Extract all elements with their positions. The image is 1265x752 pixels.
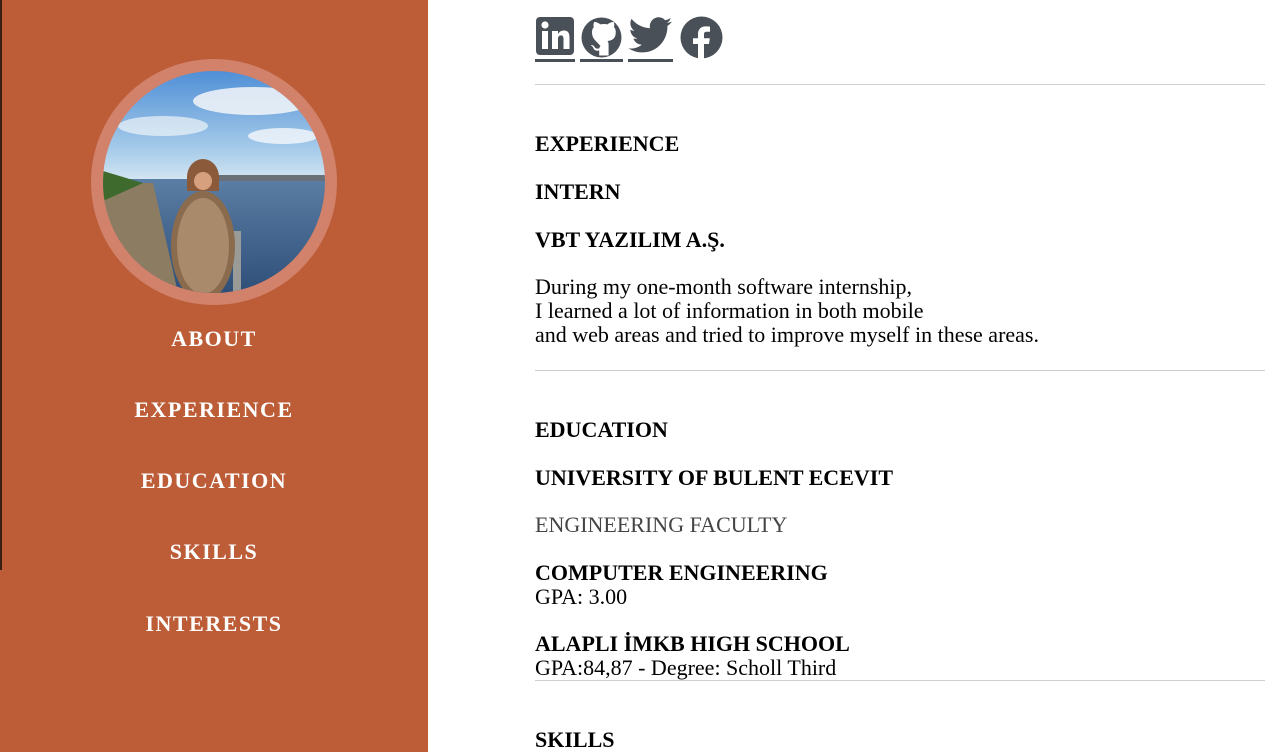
- university-gpa: GPA: 3.00: [535, 584, 628, 609]
- nav-education[interactable]: EDUCATION: [0, 468, 428, 494]
- nav-experience[interactable]: EXPERIENCE: [0, 397, 428, 423]
- linkedin-icon[interactable]: [535, 16, 575, 62]
- department-name: COMPUTER ENGINEERING: [535, 560, 828, 585]
- experience-company: VBT YAZILIM A.Ş.: [535, 227, 725, 252]
- sidebar: ABOUT EXPERIENCE EDUCATION SKILLS INTERE…: [0, 0, 428, 752]
- highschool-name: ALAPLI İMKB HIGH SCHOOL: [535, 631, 850, 656]
- description-line: I learned a lot of information in both m…: [535, 298, 924, 323]
- experience-heading: EXPERIENCE: [535, 131, 680, 156]
- facebook-icon[interactable]: [680, 16, 723, 64]
- university-name: UNIVERSITY OF BULENT ECEVIT: [535, 465, 893, 490]
- description-line: During my one-month software internship,: [535, 274, 912, 299]
- twitter-icon[interactable]: [628, 16, 673, 62]
- experience-description: During my one-month software internship,…: [535, 275, 1039, 347]
- divider: [535, 84, 1265, 85]
- divider: [535, 680, 1265, 681]
- nav-skills[interactable]: SKILLS: [0, 539, 428, 565]
- highschool-detail: GPA:84,87 - Degree: Scholl Third: [535, 655, 837, 680]
- skills-heading: SKILLS: [535, 727, 615, 752]
- description-line: and web areas and tried to improve mysel…: [535, 322, 1039, 347]
- education-heading: EDUCATION: [535, 417, 668, 442]
- avatar: [103, 71, 325, 293]
- experience-role: INTERN: [535, 179, 621, 204]
- faculty-name: ENGINEERING FACULTY: [535, 512, 788, 537]
- divider: [535, 370, 1265, 371]
- nav-about[interactable]: ABOUT: [0, 326, 428, 352]
- nav-interests[interactable]: INTERESTS: [0, 611, 428, 637]
- main-content: EXPERIENCE INTERN VBT YAZILIM A.Ş. Durin…: [535, 0, 1265, 752]
- github-icon[interactable]: [580, 16, 623, 62]
